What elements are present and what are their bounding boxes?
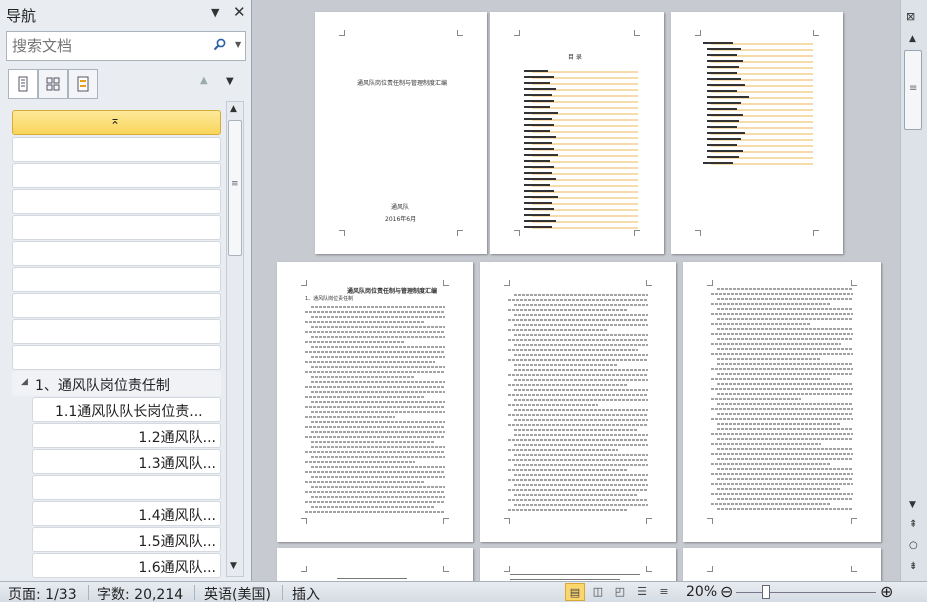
page-thumbnail-body-6[interactable] [683,548,881,581]
heading-item[interactable] [12,137,221,162]
previous-result-icon[interactable]: ▲ [200,75,208,86]
tab-pages[interactable] [38,69,68,99]
scroll-down-icon[interactable]: ▼ [230,561,237,571]
cover-org: 通风队 [391,204,410,211]
heading-item[interactable] [12,267,221,292]
grip-icon: ≡ [231,179,239,189]
tab-headings[interactable] [8,69,38,99]
outline-icon: ☰ [637,585,647,598]
print-layout-view-button[interactable]: ▤ [565,583,585,601]
zoom-slider-thumb[interactable] [762,585,770,599]
body-text-lines [508,294,648,511]
print-layout-icon: ▤ [569,586,581,599]
heading-item[interactable] [12,189,221,214]
page-thumbnails-icon [46,77,60,91]
heading-item[interactable]: 1.5通风队... [32,527,221,552]
section-subtitle: 1、通风队岗位责任制 [305,296,354,302]
web-layout-view-button[interactable]: ◰ [610,583,630,601]
web-layout-icon: ◰ [614,585,626,598]
page-thumbnail-toc-2[interactable] [671,12,843,254]
page-thumbnail-body-1[interactable]: 通风队岗位责任制与管理制度汇编 1、通风队岗位责任制 [277,262,473,542]
heading-item-section-1[interactable]: ◢ 1、通风队岗位责任制 [12,371,221,396]
heading-item[interactable]: 1.4通风队... [32,501,221,526]
scroll-up-icon[interactable]: ▲ [230,104,237,114]
heading-item[interactable] [12,215,221,240]
section-title: 通风队岗位责任制与管理制度汇编 [347,288,438,295]
tab-search-results[interactable] [68,69,98,99]
heading-item[interactable] [12,293,221,318]
outline-view-button[interactable]: ☰ [632,583,652,601]
zoom-out-icon[interactable]: ⊖ [720,582,733,601]
heading-item[interactable]: 1.2通风队... [32,423,221,448]
heading-item[interactable] [12,163,221,188]
heading-item[interactable] [32,475,221,500]
previous-page-icon[interactable]: ⇞ [909,519,917,530]
heading-item[interactable]: 1.6通风队... [32,553,221,578]
heading-item-collapse-all[interactable]: ⌅ [12,110,221,135]
ruler-toggle-icon[interactable]: ⊠ [906,10,915,23]
search-options-dropdown-icon[interactable]: ▼ [235,40,241,49]
next-result-icon[interactable]: ▼ [226,76,234,87]
nav-scrollbar[interactable]: ▲ ≡ ▼ [226,101,244,577]
heading-item[interactable]: 1.1通风队队长岗位责... [32,397,221,422]
search-input[interactable] [7,32,187,60]
grip-icon: ≡ [909,83,918,94]
cover-date: 2016年6月 [385,216,417,223]
navigation-pane: 导航 ▼ ✕ ▼ ▲ ▼ ⌅ [0,0,252,581]
scroll-down-icon[interactable]: ▼ [909,500,916,510]
headings-list-icon [18,76,28,92]
heading-list: ⌅ ◢ 1、通风队岗位责任制 1.1通风队队长岗位责... 1.2通风队... … [12,110,221,578]
insert-mode-indicator[interactable]: 插入 [292,584,320,602]
nav-close-icon[interactable]: ✕ [233,3,246,21]
collapse-triangle-icon[interactable]: ◢ [21,377,28,387]
status-bar: 页面: 1/33 字数: 20,214 英语(美国) 插入 ▤ ◫ ◰ ☰ ≡ … [0,581,927,602]
page-thumbnail-body-5[interactable] [480,548,676,581]
page-thumbnail-toc[interactable]: 目 录 [490,12,664,254]
nav-options-dropdown-icon[interactable]: ▼ [211,6,219,19]
search-box: ▼ [6,31,246,61]
heading-item[interactable] [12,345,221,370]
search-results-icon [77,76,89,92]
body-text-lines [305,306,445,513]
select-browse-object-icon[interactable]: ○ [909,540,918,551]
reading-view-icon: ◫ [592,585,604,598]
collapse-up-icon: ⌅ [110,113,121,127]
full-screen-reading-view-button[interactable]: ◫ [588,583,608,601]
zoom-in-icon[interactable]: ⊕ [880,582,893,601]
body-text-lines [711,288,853,510]
document-scroll-thumb[interactable]: ≡ [904,50,922,130]
heading-item[interactable]: 1.3通风队... [32,449,221,474]
page-thumbnail-body-2[interactable] [480,262,676,542]
zoom-slider[interactable] [736,592,876,593]
nav-pane-title: 导航 [6,7,37,25]
search-icon[interactable] [213,38,226,51]
scroll-up-icon[interactable]: ▲ [909,34,916,44]
word-count[interactable]: 字数: 20,214 [97,584,183,602]
heading-item[interactable] [12,319,221,344]
toc-lines [703,42,813,165]
toc-title: 目 录 [568,54,582,61]
heading-item[interactable] [12,241,221,266]
toc-lines [524,70,638,229]
page-thumbnail-body-4[interactable] [277,548,473,581]
cover-title: 通风队岗位责任制与管理制度汇编 [357,80,448,87]
document-vertical-scrollbar[interactable]: ⊠ ▲ ≡ ▼ ⇞ ○ ⇟ [900,0,927,581]
nav-scroll-thumb[interactable]: ≡ [228,120,242,256]
page-counter[interactable]: 页面: 1/33 [8,584,77,602]
draft-icon: ≡ [659,585,669,598]
page-thumbnail-cover[interactable]: 通风队岗位责任制与管理制度汇编 通风队 2016年6月 [315,12,487,254]
document-area[interactable]: 通风队岗位责任制与管理制度汇编 通风队 2016年6月 目 录 通风队岗位责任制… [253,0,900,581]
language-indicator[interactable]: 英语(美国) [204,584,271,602]
draft-view-button[interactable]: ≡ [654,583,674,601]
zoom-level[interactable]: 20% [686,584,717,600]
next-page-icon[interactable]: ⇟ [909,561,917,572]
page-thumbnail-body-3[interactable] [683,262,881,542]
